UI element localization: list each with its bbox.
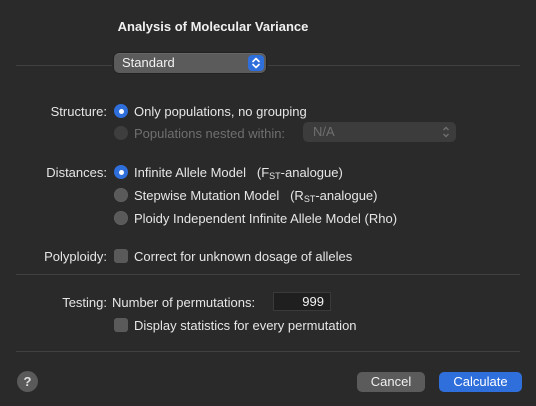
radio-stepwise-mutation-label: Stepwise Mutation Model (RST-analogue) bbox=[134, 188, 378, 204]
help-icon[interactable]: ? bbox=[17, 371, 38, 392]
radio-stepwise-mutation[interactable] bbox=[114, 188, 128, 202]
mode-popup-value: Standard bbox=[122, 55, 175, 70]
updown-chevron-icon bbox=[248, 55, 264, 71]
dialog-title: Analysis of Molecular Variance bbox=[117, 19, 309, 34]
separator bbox=[16, 65, 112, 66]
correct-dosage-checkbox[interactable] bbox=[114, 249, 128, 263]
mode-popup[interactable]: Standard bbox=[114, 53, 266, 73]
testing-label: Testing: bbox=[62, 295, 107, 310]
distances-label: Distances: bbox=[46, 165, 107, 180]
updown-chevron-icon bbox=[442, 122, 450, 148]
cancel-button[interactable]: Cancel bbox=[357, 372, 425, 392]
radio-ploidy-independent-label: Ploidy Independent Infinite Allele Model… bbox=[134, 211, 398, 226]
radio-populations-nested-label: Populations nested within: bbox=[134, 126, 286, 141]
radio-infinite-allele-label: Infinite Allele Model (FST-analogue) bbox=[134, 165, 343, 181]
radio-only-populations[interactable] bbox=[114, 104, 128, 118]
radio-ploidy-independent[interactable] bbox=[114, 211, 128, 225]
structure-label: Structure: bbox=[50, 104, 107, 119]
polyploidy-label: Polyploidy: bbox=[44, 249, 107, 264]
radio-infinite-allele[interactable] bbox=[114, 165, 128, 179]
radio-only-populations-label: Only populations, no grouping bbox=[134, 104, 307, 119]
separator bbox=[16, 274, 520, 275]
nested-within-value: N/A bbox=[313, 124, 335, 139]
separator bbox=[268, 65, 520, 66]
permutations-label: Number of permutations: bbox=[112, 295, 256, 310]
correct-dosage-label: Correct for unknown dosage of alleles bbox=[134, 249, 353, 264]
nested-within-popup[interactable]: N/A bbox=[303, 122, 456, 142]
display-every-permutation-checkbox[interactable] bbox=[114, 318, 128, 332]
permutations-input[interactable]: 999 bbox=[273, 292, 331, 311]
radio-populations-nested[interactable] bbox=[114, 126, 128, 140]
display-every-permutation-label: Display statistics for every permutation bbox=[134, 318, 357, 333]
calculate-button[interactable]: Calculate bbox=[439, 372, 522, 392]
separator bbox=[16, 351, 520, 352]
